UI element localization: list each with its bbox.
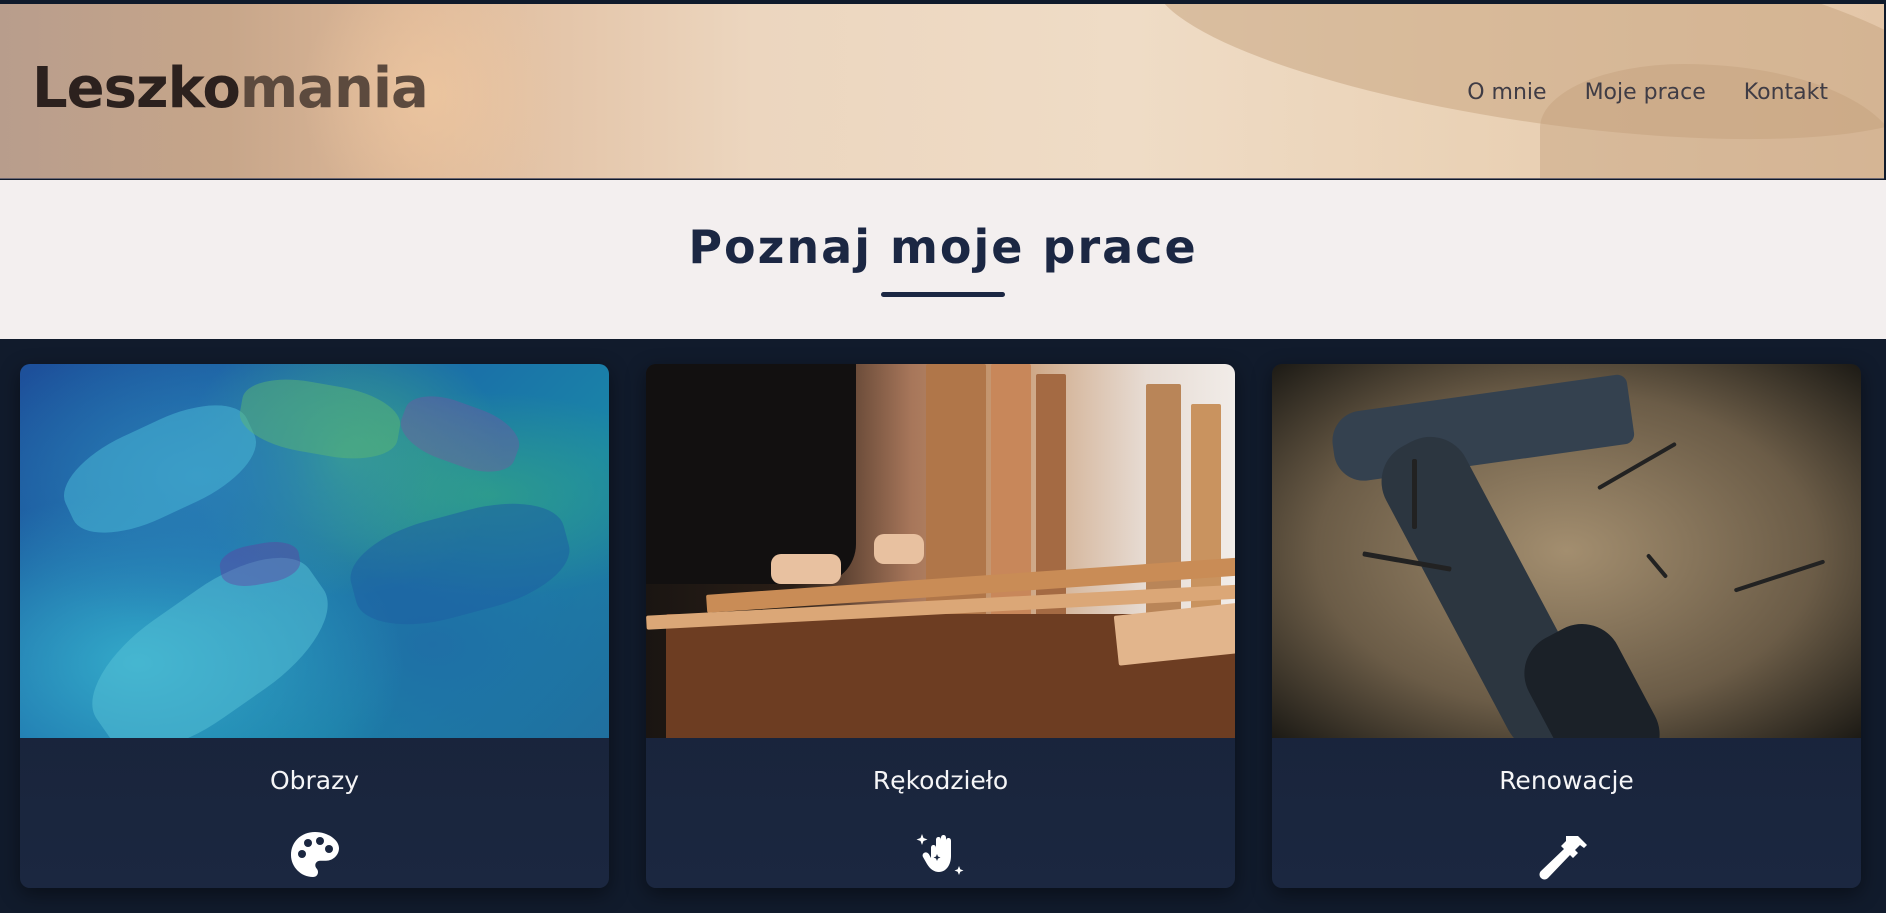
- card-title-handcraft: Rękodzieło: [872, 766, 1009, 795]
- card-handcraft[interactable]: Rękodzieło: [646, 364, 1235, 888]
- card-paintings[interactable]: Obrazy: [20, 364, 609, 888]
- renovations-photo: [1272, 364, 1861, 738]
- nav-link-about[interactable]: O mnie: [1467, 80, 1546, 105]
- intro-section: Poznaj moje prace: [0, 180, 1886, 339]
- handcraft-photo: [646, 364, 1235, 738]
- nav-link-works[interactable]: Moje prace: [1585, 80, 1706, 105]
- palette-icon: [290, 832, 339, 877]
- main-nav: O mnie Moje prace Kontakt: [1467, 80, 1828, 105]
- section-title: Poznaj moje prace: [688, 220, 1198, 274]
- site-header: Leszkomania O mnie Moje prace Kontakt: [0, 4, 1884, 179]
- works-cards: Obrazy Rękodzieło Renowacje: [0, 339, 1886, 913]
- hammer-icon: [1539, 836, 1587, 880]
- card-title-paintings: Obrazy: [269, 766, 360, 795]
- logo-part-1: Leszko: [32, 56, 241, 121]
- card-renovations[interactable]: Renowacje: [1272, 364, 1861, 888]
- card-title-renovations: Renowacje: [1499, 766, 1634, 795]
- sparkle-hand-icon: [916, 834, 963, 879]
- site-logo[interactable]: Leszkomania: [32, 56, 429, 121]
- nav-link-contact[interactable]: Kontakt: [1744, 80, 1828, 105]
- paintings-photo: [20, 364, 609, 738]
- title-underline: [881, 292, 1005, 297]
- logo-part-2: mania: [239, 56, 429, 121]
